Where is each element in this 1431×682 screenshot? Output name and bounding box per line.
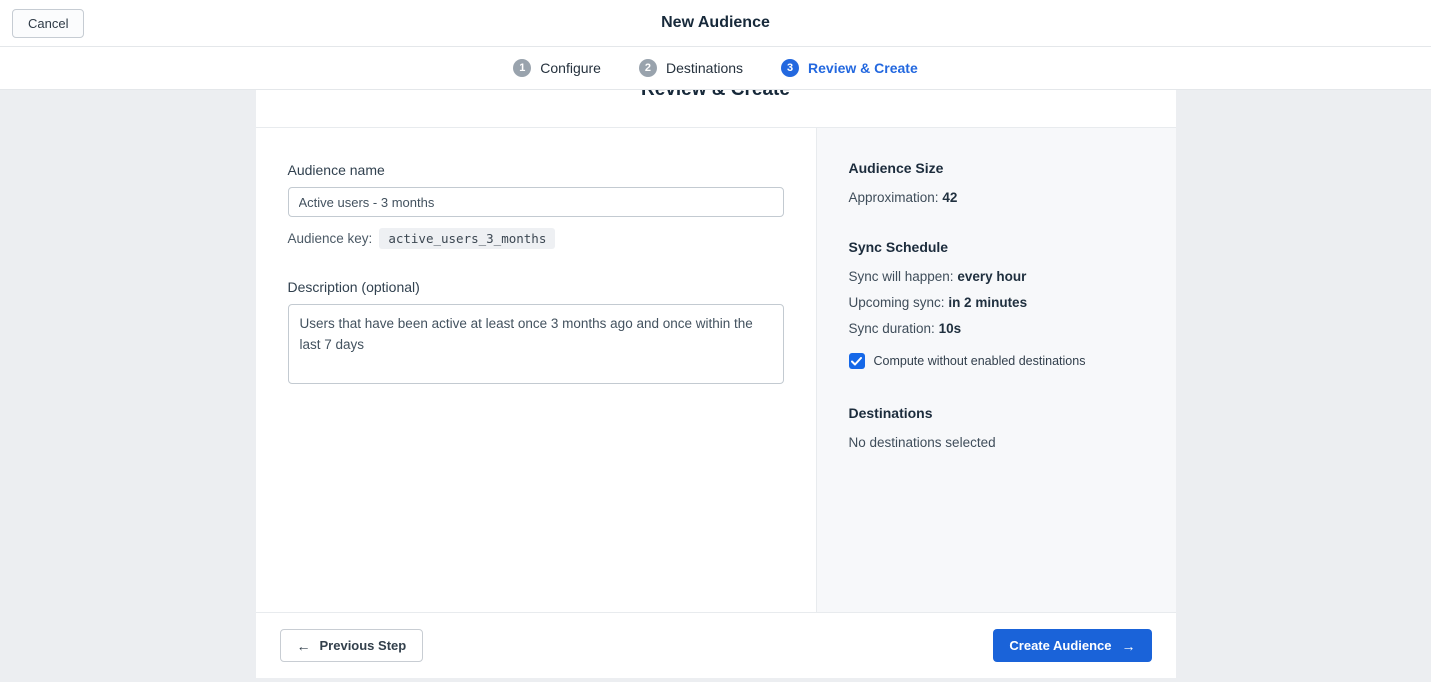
destinations-value: No destinations selected xyxy=(848,435,996,450)
sync-duration-value: 10s xyxy=(938,321,962,336)
create-audience-label: Create Audience xyxy=(1009,638,1112,653)
form-column: Audience name Audience key: active_users… xyxy=(256,128,816,612)
step-label: Configure xyxy=(540,60,601,76)
previous-step-label: Previous Step xyxy=(319,638,407,653)
compute-checkbox[interactable] xyxy=(848,353,865,369)
sync-happen-label: Sync will happen: xyxy=(848,269,954,284)
approximation-value: 42 xyxy=(942,190,958,205)
upcoming-sync-label: Upcoming sync: xyxy=(848,295,945,310)
new-audience-page: Cancel New Audience 1 Configure 2 Destin… xyxy=(0,0,1431,682)
checkmark-icon xyxy=(851,356,862,365)
step-label: Review & Create xyxy=(808,60,918,76)
card-body: Audience name Audience key: active_users… xyxy=(256,128,1176,612)
page-title: New Audience xyxy=(661,14,770,31)
description-label: Description (optional) xyxy=(287,279,420,295)
audience-name-label: Audience name xyxy=(287,162,385,178)
arrow-left-icon: ← xyxy=(296,637,311,654)
compute-checkbox-row: Compute without enabled destinations xyxy=(848,353,1144,369)
step-configure[interactable]: 1 Configure xyxy=(513,59,601,77)
step-number-badge: 2 xyxy=(638,59,657,77)
previous-step-button[interactable]: ← Previous Step xyxy=(279,629,424,662)
audience-key-row: Audience key: active_users_3_months xyxy=(288,228,784,249)
destinations-heading: Destinations xyxy=(848,405,933,421)
sync-duration-row: Sync duration: 10s xyxy=(849,321,1144,336)
step-label: Destinations xyxy=(665,60,744,76)
sync-schedule-heading: Sync Schedule xyxy=(848,239,949,255)
summary-column: Audience Size Approximation: 42 Sync Sch… xyxy=(815,128,1176,612)
step-number-badge: 3 xyxy=(781,59,800,77)
cancel-button[interactable]: Cancel xyxy=(12,9,85,38)
sync-duration-label: Sync duration: xyxy=(848,321,935,336)
create-audience-button[interactable]: Create Audience → xyxy=(993,629,1152,662)
compute-checkbox-label: Compute without enabled destinations xyxy=(873,354,1086,368)
audience-key-label: Audience key: xyxy=(287,231,373,246)
audience-key-chip: active_users_3_months xyxy=(379,228,556,249)
arrow-right-icon: → xyxy=(1121,637,1136,654)
step-destinations[interactable]: 2 Destinations xyxy=(638,59,744,77)
content-area: Review & Create Audience name Audience k… xyxy=(0,90,1431,682)
step-number-badge: 1 xyxy=(513,59,532,77)
audience-size-heading: Audience Size xyxy=(848,160,944,176)
approximation-row: Approximation: 42 xyxy=(849,190,1144,205)
sync-happen-value: every hour xyxy=(957,269,1027,284)
card-title: Review & Create xyxy=(256,90,1176,102)
stepper: 1 Configure 2 Destinations 3 Review & Cr… xyxy=(0,47,1431,90)
upcoming-sync-row: Upcoming sync: in 2 minutes xyxy=(849,295,1144,310)
upcoming-sync-value: in 2 minutes xyxy=(948,295,1028,310)
step-review-create[interactable]: 3 Review & Create xyxy=(781,59,918,77)
audience-name-input[interactable] xyxy=(287,187,784,217)
approximation-label: Approximation: xyxy=(848,190,939,205)
review-card: Review & Create Audience name Audience k… xyxy=(255,90,1176,678)
card-header: Review & Create xyxy=(255,90,1176,128)
card-footer: ← Previous Step Create Audience → xyxy=(255,612,1176,678)
top-bar: Cancel New Audience xyxy=(0,0,1431,47)
description-textarea[interactable]: Users that have been active at least onc… xyxy=(287,304,784,384)
sync-happen-row: Sync will happen: every hour xyxy=(849,269,1144,284)
